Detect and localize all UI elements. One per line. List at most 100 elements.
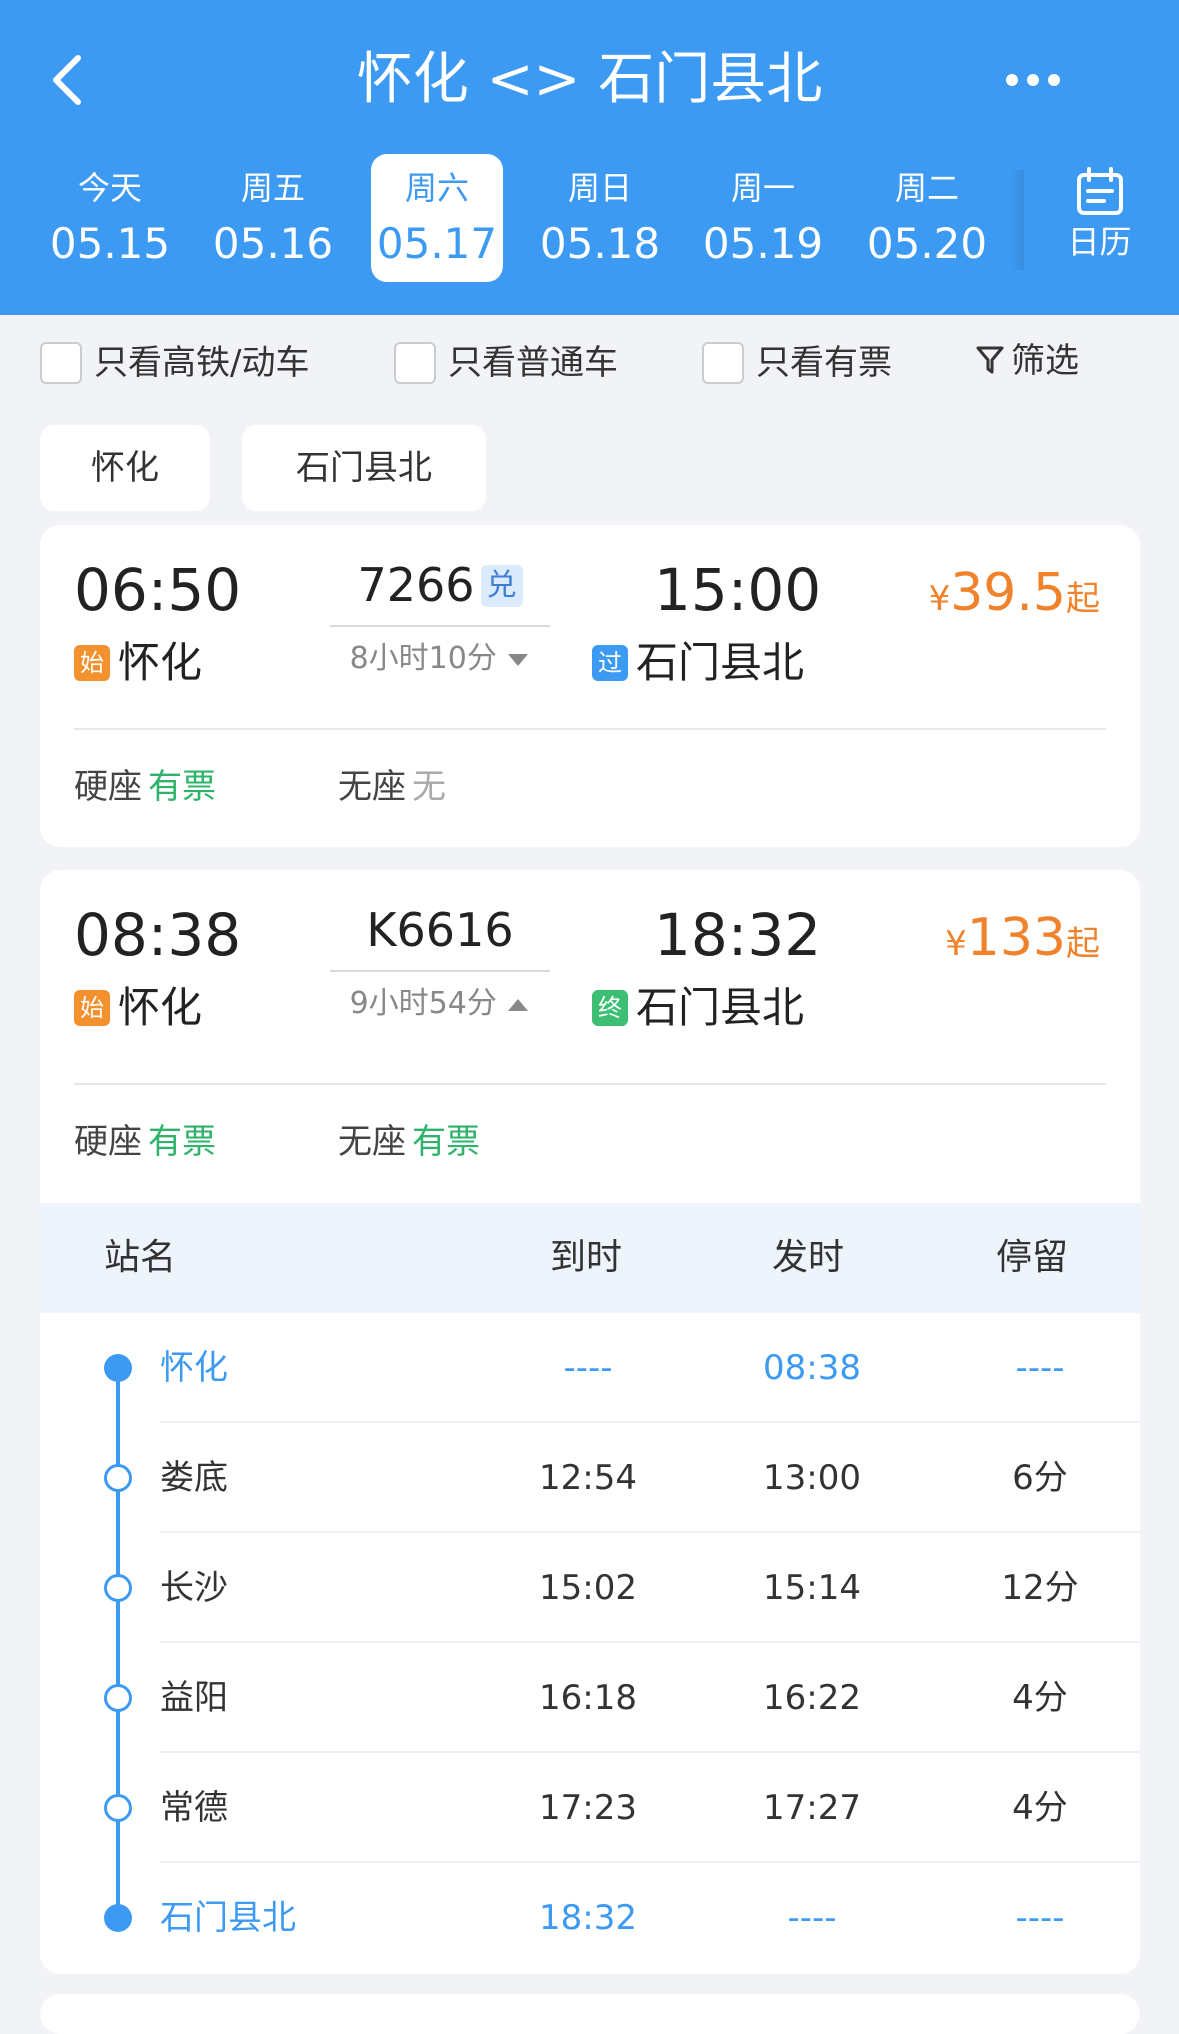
date-weekday: 周一 (730, 169, 795, 207)
train-number-text: 7266 (357, 558, 475, 612)
price-value: 39.5 (950, 563, 1066, 623)
depart-station-name: 怀化 (118, 638, 203, 687)
header-station: 站名 (104, 1237, 177, 1278)
duration-toggle[interactable]: 8小时10分 (330, 639, 550, 679)
seat-type: 硬座 (74, 767, 142, 807)
stop-name: 长沙 (160, 1568, 228, 1608)
checkbox-box (702, 342, 744, 384)
origin-tag: 始 (74, 645, 110, 681)
stop-depart: 17:27 (763, 1788, 861, 1828)
duration-toggle[interactable]: 9小时54分 (330, 984, 550, 1024)
header-bar: 怀化 <> 石门县北 今天 05.15 周五 05.16 周六 05.17 周日… (0, 0, 1179, 315)
stop-arrive: ---- (563, 1348, 613, 1388)
date-value: 05.18 (539, 219, 661, 268)
filter-button[interactable]: 筛选 (975, 340, 1079, 382)
arrive-station: 过石门县北 (592, 635, 804, 691)
stop-name: 石门县北 (160, 1898, 296, 1938)
header-arrive: 到时 (550, 1237, 623, 1278)
seat-type: 硬座 (74, 1122, 142, 1162)
date-tab-0[interactable]: 今天 05.15 (40, 154, 180, 282)
filter-bar: 只看高铁/动车 只看普通车 只看有票 筛选 (0, 320, 1179, 404)
depart-time: 06:50 (74, 556, 242, 624)
divider (74, 728, 1106, 730)
stop-row: 益阳 16:18 16:22 4分 (40, 1643, 1140, 1753)
stop-row: 长沙 15:02 15:14 12分 (40, 1533, 1140, 1643)
calendar-label: 日历 (1067, 223, 1132, 261)
seat-status: 有票 (412, 1122, 480, 1162)
train-card-7266[interactable]: 06:50 始怀化 7266 兑 8小时10分 15:00 过石门县北 ¥39.5… (40, 525, 1140, 847)
stop-depart: 15:14 (763, 1568, 861, 1608)
price-currency: ¥ (945, 924, 967, 964)
date-weekday: 周五 (240, 169, 305, 207)
calendar-button[interactable]: 日历 (1020, 150, 1179, 290)
price-currency: ¥ (928, 579, 951, 619)
checkbox-label: 只看高铁/动车 (94, 343, 310, 383)
triangle-up-icon (508, 999, 529, 1011)
checkbox-box (394, 342, 436, 384)
date-tab-selected[interactable]: 周六 05.17 (371, 154, 503, 282)
station-filter-to[interactable]: 石门县北 (242, 425, 486, 511)
seat-status: 有票 (148, 767, 216, 807)
train-card-K6616[interactable]: 08:38 始怀化 K6616 9小时54分 18:32 终石门县北 ¥133起… (40, 870, 1140, 1974)
stop-arrive: 18:32 (539, 1898, 637, 1938)
date-tab-1[interactable]: 周五 05.16 (203, 154, 343, 282)
date-tab-5[interactable]: 周二 05.20 (857, 154, 997, 282)
date-tab-4[interactable]: 周一 05.19 (693, 154, 833, 282)
stop-dot (104, 1354, 132, 1382)
stop-stay: 4分 (1012, 1788, 1068, 1828)
stop-arrive: 16:18 (539, 1678, 637, 1718)
available-only-checkbox[interactable]: 只看有票 (702, 342, 922, 386)
stop-dot (104, 1794, 132, 1822)
arrive-station: 终石门县北 (592, 980, 804, 1036)
next-train-card[interactable] (40, 1994, 1140, 2034)
checkbox-label: 只看有票 (756, 343, 892, 383)
checkbox-label: 只看普通车 (448, 343, 618, 383)
stop-dot (104, 1684, 132, 1712)
stop-stay: 4分 (1012, 1678, 1068, 1718)
stop-stay: ---- (1015, 1898, 1065, 1938)
date-weekday: 今天 (77, 169, 142, 207)
normal-train-checkbox[interactable]: 只看普通车 (394, 342, 654, 386)
date-value: 05.17 (376, 219, 498, 268)
stop-row: 娄底 12:54 13:00 6分 (40, 1423, 1140, 1533)
duration-text: 9小时54分 (349, 986, 497, 1021)
arrive-time: 18:32 (654, 901, 822, 969)
seat-type: 无座 (338, 1122, 406, 1162)
date-value: 05.15 (49, 219, 171, 268)
stop-name: 益阳 (160, 1678, 228, 1718)
filter-icon (976, 346, 1004, 374)
seat-hard: 硬座 有票 (74, 765, 216, 809)
station-filter-from[interactable]: 怀化 (40, 425, 210, 511)
stop-name: 怀化 (160, 1348, 228, 1388)
stop-depart: 13:00 (763, 1458, 861, 1498)
header-depart: 发时 (772, 1237, 845, 1278)
date-value: 05.16 (212, 219, 334, 268)
seat-status: 无 (412, 767, 446, 807)
divider (74, 1083, 1106, 1085)
triangle-down-icon (508, 654, 529, 666)
train-number: 7266 兑 (330, 555, 550, 615)
price: ¥39.5起 (929, 561, 1100, 625)
stop-stay: ---- (1015, 1348, 1065, 1388)
train-line (330, 970, 550, 972)
stop-arrive: 17:23 (539, 1788, 637, 1828)
filter-label: 筛选 (1011, 341, 1079, 381)
seat-status: 有票 (148, 1122, 216, 1162)
calendar-icon (1076, 167, 1123, 215)
price-suffix: 起 (1066, 579, 1100, 619)
date-tab-3[interactable]: 周日 05.18 (530, 154, 670, 282)
stop-depart: 16:22 (763, 1678, 861, 1718)
origin-tag: 始 (74, 990, 110, 1026)
stop-name: 常德 (160, 1788, 228, 1828)
depart-time: 08:38 (74, 901, 242, 969)
price-value: 133 (966, 908, 1066, 968)
seat-standing: 无座无 (338, 765, 446, 809)
stop-arrive: 15:02 (539, 1568, 637, 1608)
stops-header: 站名 到时 发时 停留 (40, 1203, 1140, 1313)
duration-text: 8小时10分 (349, 641, 497, 676)
stop-dot (104, 1904, 132, 1932)
more-icon[interactable] (998, 50, 1068, 110)
high-speed-checkbox[interactable]: 只看高铁/动车 (40, 342, 340, 386)
date-weekday: 周日 (567, 169, 632, 207)
date-value: 05.20 (866, 219, 988, 268)
